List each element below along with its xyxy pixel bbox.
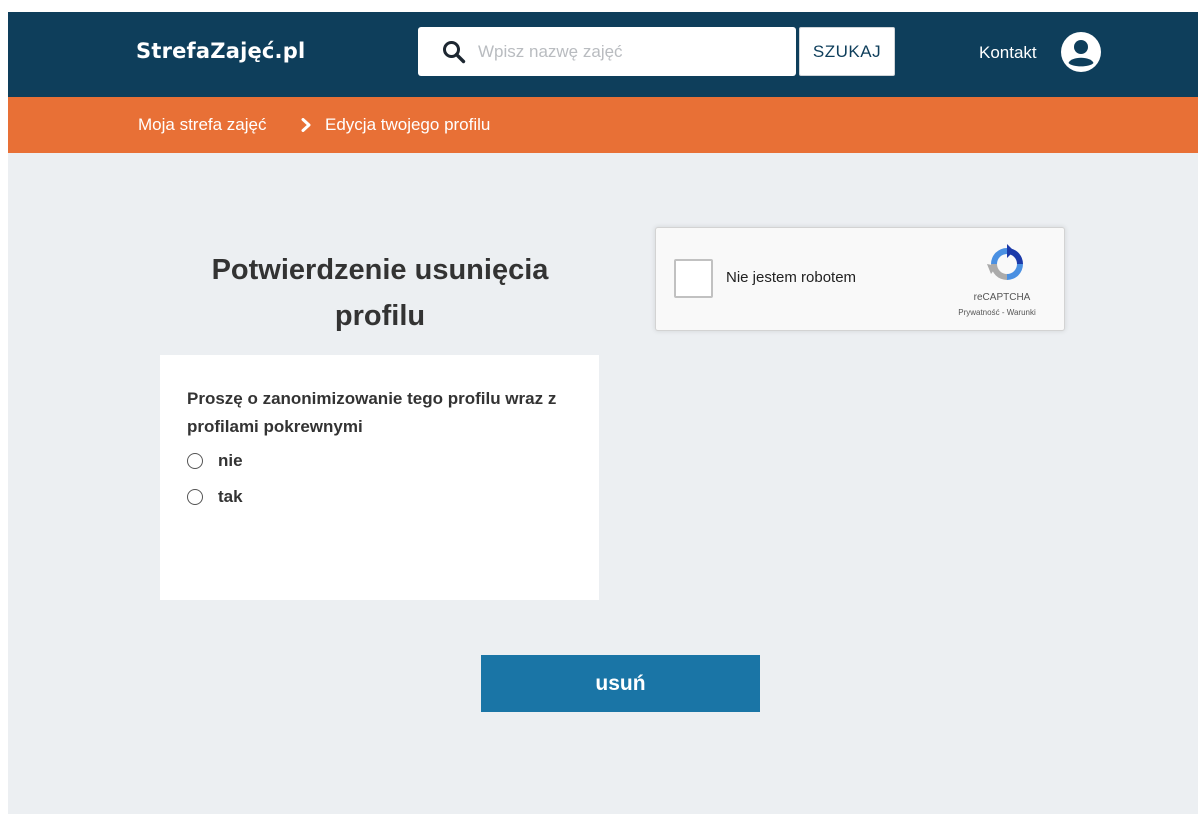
breadcrumb-item-current: Edycja twojego profilu (325, 115, 491, 134)
breadcrumb-item-my-zone[interactable]: Moja strefa zajęć (138, 115, 267, 135)
delete-profile-button[interactable]: usuń (481, 655, 760, 712)
radio-tak[interactable] (187, 489, 203, 505)
recaptcha-link-separator: - (999, 308, 1007, 317)
radio-nie[interactable] (187, 453, 203, 469)
recaptcha-label: Nie jestem robotem (726, 269, 857, 286)
page-frame: StrefaZajęć.pl SZUKAJ Kontakt Moja stref… (8, 12, 1198, 814)
page-title-line2: profilu (334, 300, 426, 332)
radio-label-nie: nie (218, 451, 243, 470)
radio-option-tak[interactable]: tak (187, 487, 243, 507)
search-icon (443, 41, 466, 64)
recaptcha-links: Prywatność - Warunki (935, 308, 1059, 317)
search-input[interactable] (478, 31, 788, 72)
page-title-line1: Potwierdzenie usunięcia (211, 254, 549, 286)
recaptcha-terms-link[interactable]: Warunki (1007, 308, 1036, 317)
recaptcha-checkbox[interactable] (674, 259, 713, 298)
recaptcha-widget: Nie jestem robotem reCAPTCHA Prywatność … (655, 227, 1065, 331)
anonymize-question: Proszę o zanonimizowanie tego profilu wr… (187, 389, 557, 436)
recaptcha-brand: reCAPTCHA (973, 292, 1031, 303)
site-header: StrefaZajęć.pl SZUKAJ Kontakt (8, 12, 1198, 97)
recaptcha-logo-icon (987, 244, 1023, 280)
anonymize-form-card: Proszę o zanonimizowanie tego profilu wr… (160, 355, 599, 600)
contact-link[interactable]: Kontakt (979, 43, 1037, 63)
search-box[interactable] (418, 27, 796, 76)
user-circle-icon[interactable] (1061, 32, 1101, 72)
recaptcha-privacy-link[interactable]: Prywatność (958, 308, 999, 317)
site-logo[interactable]: StrefaZajęć.pl (136, 39, 305, 63)
chevron-right-icon (301, 118, 311, 132)
page-title: Potwierdzenie usunięcia profilu (160, 247, 600, 339)
radio-option-nie[interactable]: nie (187, 451, 243, 471)
radio-label-tak: tak (218, 487, 243, 506)
breadcrumb: Moja strefa zajęć Edycja twojego profilu (8, 97, 1198, 153)
search-button[interactable]: SZUKAJ (799, 27, 895, 76)
